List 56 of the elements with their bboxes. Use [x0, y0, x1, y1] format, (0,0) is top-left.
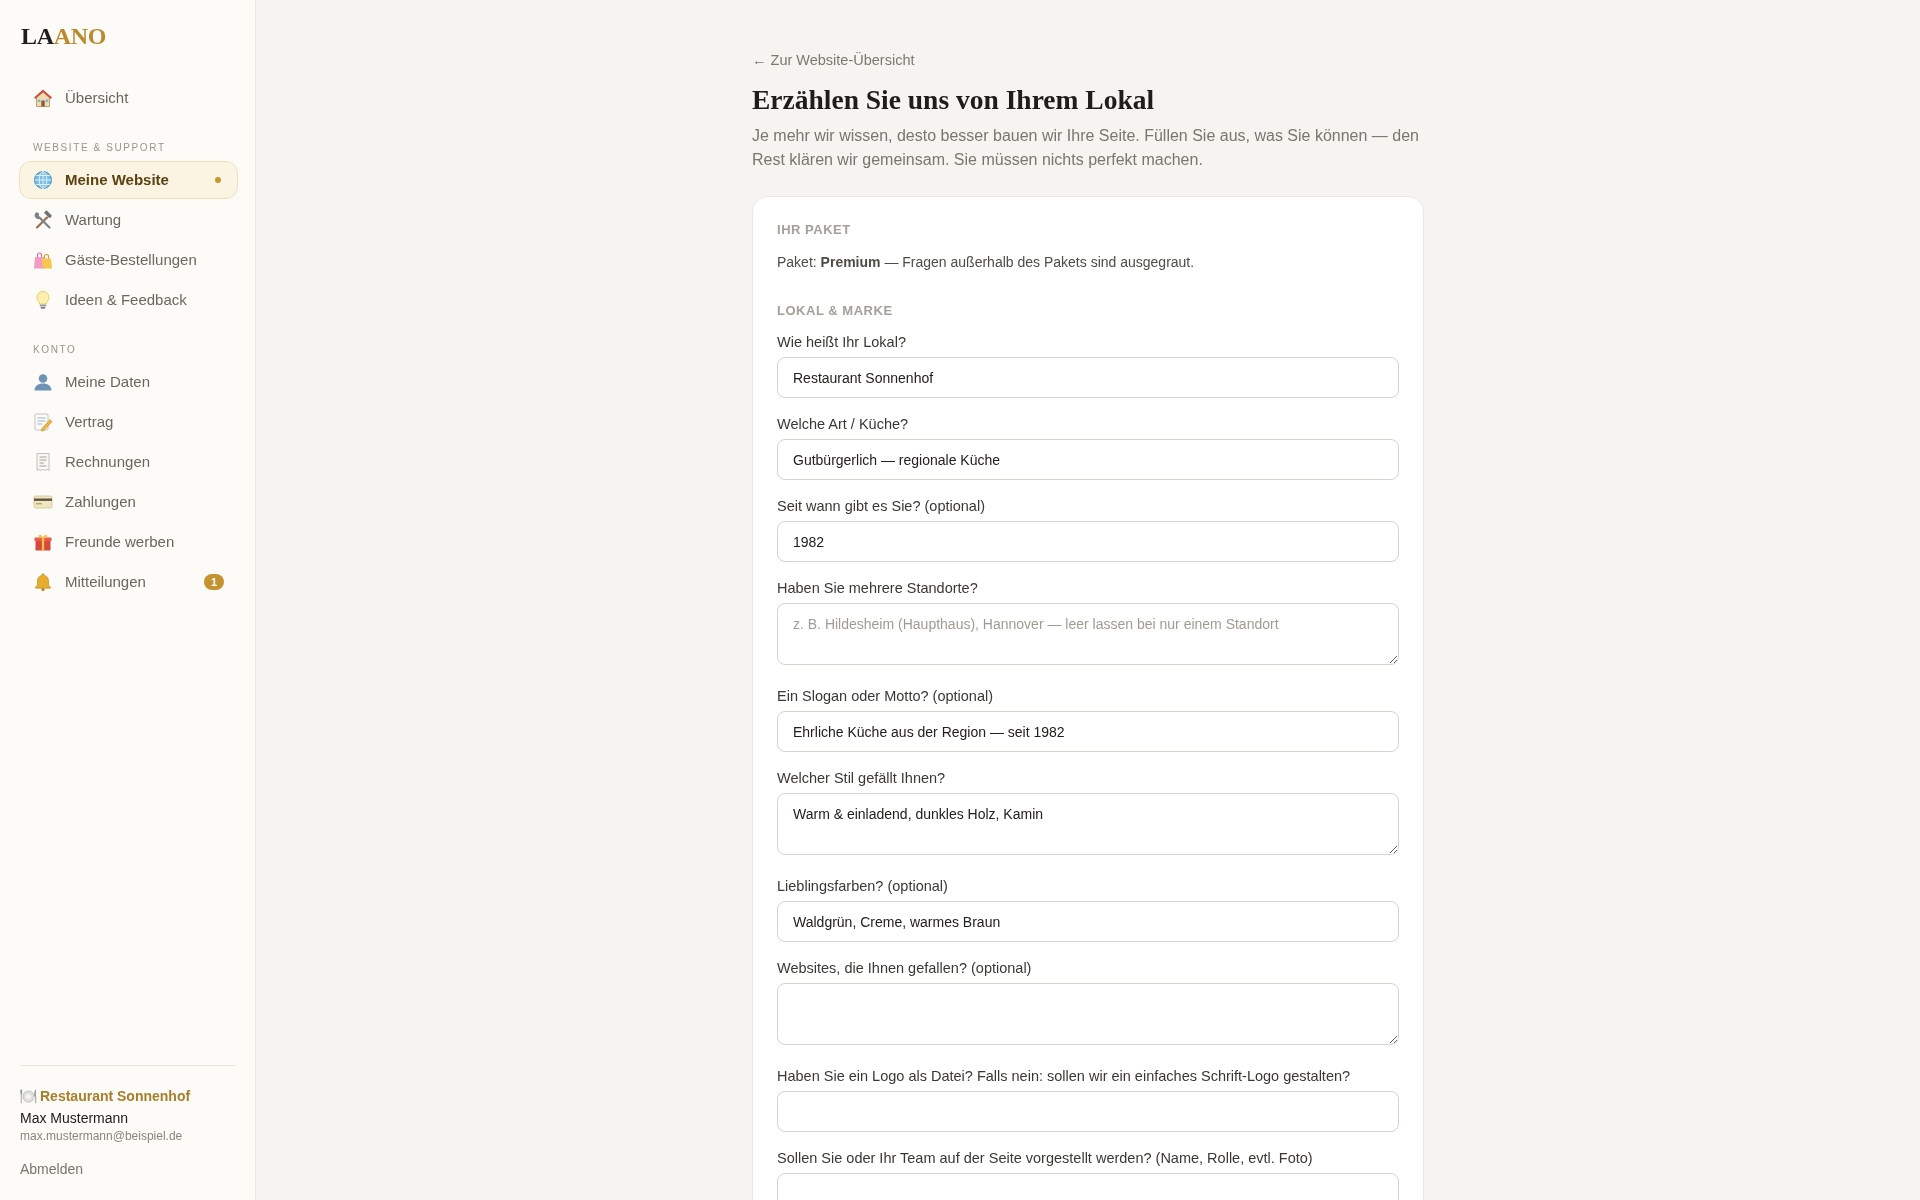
count-badge: 1	[204, 574, 224, 590]
nav-item[interactable]: Meine Website	[19, 161, 238, 199]
logo[interactable]: LAANO	[21, 22, 107, 50]
field-label: Wie heißt Ihr Lokal?	[777, 333, 906, 352]
field-label: Lieblingsfarben? (optional)	[777, 877, 948, 896]
field-label: Websites, die Ihnen gefallen? (optional)	[777, 959, 1032, 978]
text-area[interactable]: z. B. Hildesheim (Haupthaus), Hannover — leer lassen bei nur einem Standort	[777, 603, 1399, 665]
section-heading: IHR PAKET	[777, 221, 851, 239]
person-icon	[33, 372, 53, 392]
text-input[interactable]: Ehrliche Küche aus der Region — seit 1982	[777, 711, 1399, 752]
nav-item[interactable]: Zahlungen	[19, 483, 238, 521]
tools-icon	[33, 210, 53, 230]
page-title: Erzählen Sie uns von Ihrem Lokal	[752, 84, 1156, 116]
nav-section-heading: KONTO	[33, 343, 77, 357]
user-email: max.mustermann@beispiel.de	[20, 1128, 183, 1144]
text-area[interactable]: Warm & einladend, dunkles Holz, Kamin	[777, 793, 1399, 855]
section-heading: LOKAL & MARKE	[777, 302, 893, 320]
field-label: Sollen Sie oder Ihr Team auf der Seite vorgestellt werden? (Name, Rolle, evtl. Foto)	[777, 1149, 1313, 1168]
field-label: Seit wann gibt es Sie? (optional)	[777, 497, 985, 516]
lightbulb-icon	[33, 290, 53, 310]
nav-item[interactable]: Gäste-Bestellungen	[19, 241, 238, 279]
nav-item[interactable]: Rechnungen	[19, 443, 238, 481]
package-info-text: Paket: Premium — Fragen außerhalb des Pakets sind ausgegraut.	[777, 253, 1196, 272]
nav-item[interactable]: Freunde werben	[19, 523, 238, 561]
field-label: Welche Art / Küche?	[777, 415, 909, 434]
nav-item[interactable]: Wartung	[19, 201, 238, 239]
nav-section-heading: WEBSITE & SUPPORT	[33, 141, 166, 155]
field-label: Haben Sie mehrere Standorte?	[777, 579, 978, 598]
nav-item[interactable]: Übersicht	[19, 79, 238, 117]
shopping-bags-icon	[33, 250, 53, 270]
memo-pencil-icon	[33, 412, 53, 432]
text-input[interactable]: 1982	[777, 521, 1399, 562]
restaurant-name: Restaurant Sonnenhof	[40, 1087, 191, 1106]
nav-item[interactable]: Vertrag	[19, 403, 238, 441]
globe-icon	[33, 170, 53, 190]
logout-button[interactable]: Abmelden	[20, 1159, 84, 1179]
field-label: Haben Sie ein Logo als Datei? Falls nein: sollen wir ein einfaches Schrift-Logo gestalten?	[777, 1067, 1351, 1086]
intro-text: Je mehr wir wissen, desto besser bauen wir Ihre Seite. Füllen Sie aus, was Sie können — den Rest klären wir gemeinsam. Sie müssen nichts perfekt machen.	[752, 126, 1420, 170]
field-label: Welcher Stil gefällt Ihnen?	[777, 769, 946, 788]
receipt-icon	[33, 452, 53, 472]
text-input[interactable]: Gutbürgerlich — regionale Küche	[777, 439, 1399, 480]
house-icon	[33, 88, 53, 108]
nav-item[interactable]: Mitteilungen 1	[19, 563, 238, 601]
nav-item[interactable]: Ideen & Feedback	[19, 281, 238, 319]
text-area[interactable]	[777, 983, 1399, 1045]
plate-cutlery-icon	[20, 1087, 37, 1105]
gift-icon	[33, 532, 53, 552]
back-link[interactable]: ← Zur Website-Übersicht	[752, 50, 915, 70]
text-input[interactable]: Waldgrün, Creme, warmes Braun	[777, 901, 1399, 942]
credit-card-icon	[33, 492, 53, 512]
user-name: Max Mustermann	[20, 1109, 129, 1128]
text-input[interactable]: Restaurant Sonnenhof	[777, 357, 1399, 398]
nav-item[interactable]: Meine Daten	[19, 363, 238, 401]
bell-icon	[33, 572, 53, 592]
field-label: Ein Slogan oder Motto? (optional)	[777, 687, 994, 706]
text-input[interactable]	[777, 1091, 1399, 1132]
